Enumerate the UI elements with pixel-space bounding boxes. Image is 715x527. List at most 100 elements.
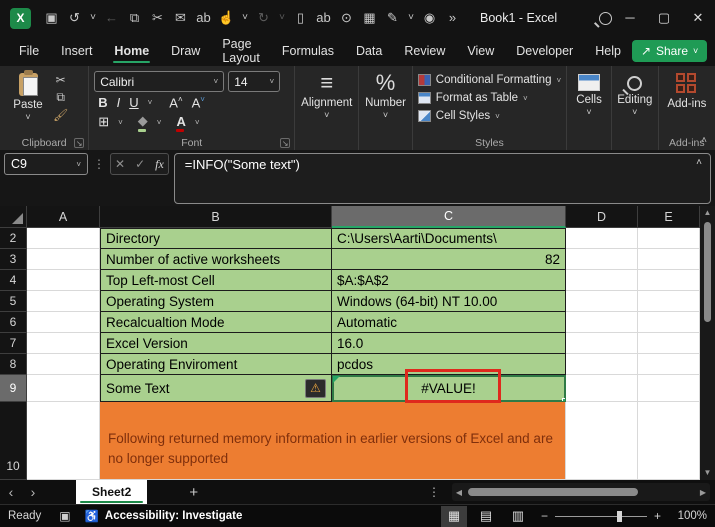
cell-a4[interactable] [27,270,100,291]
paste-button[interactable]: Paste ˅ [5,71,51,134]
cells-group[interactable]: Cells ˅ [567,66,612,150]
cell-d2[interactable] [566,228,638,249]
permissions-icon[interactable]: ◉ [418,0,441,36]
camera-icon[interactable]: ⊙ [335,0,358,36]
grow-font-button[interactable]: A˄ [169,95,182,110]
row-header-4[interactable]: 4 [0,270,27,291]
cell-styles-button[interactable]: Cell Styles ˅ [418,110,561,122]
column-header-e[interactable]: E [638,206,700,228]
cell-a5[interactable] [27,291,100,312]
sheet-tab-sheet2[interactable]: Sheet2 [76,480,147,504]
cell-c3[interactable]: 82 [332,249,566,270]
fill-handle[interactable] [562,398,566,402]
collapse-ribbon-icon[interactable]: ˄ [701,135,707,146]
cell-b3[interactable]: Number of active worksheets [100,249,332,270]
undo-chevron-icon[interactable]: ˅ [86,0,100,36]
tab-formulas[interactable]: Formulas [271,36,345,66]
tab-draw[interactable]: Draw [160,36,211,66]
cell-a9[interactable] [27,375,100,402]
mail-icon[interactable]: ✉ [169,0,192,36]
cut-button[interactable]: ✂ [53,73,68,87]
qat-overflow-icon[interactable]: » [441,0,464,36]
font-dialog-launcher[interactable]: ↘ [280,138,290,148]
tab-help[interactable]: Help [584,36,632,66]
cell-c7[interactable]: 16.0 [332,333,566,354]
cell-d5[interactable] [566,291,638,312]
zoom-slider-thumb[interactable] [617,511,622,522]
cell-b6[interactable]: Recalcualtion Mode [100,312,332,333]
maximize-button[interactable]: ▢ [647,0,681,36]
format-as-table-button[interactable]: Format as Table ˅ [418,92,561,104]
scroll-up-icon[interactable]: ▲ [704,206,712,220]
cell-d10[interactable] [566,402,638,480]
add-sheet-button[interactable]: + [189,484,198,501]
collapse-formula-bar-icon[interactable]: ˄ [696,157,702,168]
borders-chevron-icon[interactable]: ˅ [118,118,123,127]
note-cell-b10[interactable]: Following returned memory information in… [100,402,566,480]
tab-data[interactable]: Data [345,36,393,66]
cell-e6[interactable] [638,312,700,333]
number-group[interactable]: % Number ˅ [359,66,412,150]
cell-d6[interactable] [566,312,638,333]
row-header-6[interactable]: 6 [0,312,27,333]
cell-e2[interactable] [638,228,700,249]
scroll-down-icon[interactable]: ▼ [704,466,712,480]
horizontal-scrollbar[interactable]: ◀ ▶ [452,483,710,501]
fill-color-button[interactable]: ◆ [138,113,148,131]
copy-button[interactable]: ⧉ [53,90,68,105]
translate-icon[interactable]: ab [192,0,215,36]
alignment-group[interactable]: ≡ Alignment ˅ [295,66,359,150]
cell-e9[interactable] [638,375,700,402]
vertical-scrollbar-thumb[interactable] [704,222,711,322]
horizontal-scrollbar-thumb[interactable] [468,488,638,496]
zoom-slider[interactable]: − + [541,509,661,523]
cell-d7[interactable] [566,333,638,354]
zoom-level[interactable]: 100% [671,510,707,522]
formula-bar-drag-handle[interactable]: ⋮ [93,153,105,175]
cell-e7[interactable] [638,333,700,354]
error-checking-warning-icon[interactable]: ⚠ [305,379,326,398]
excel-logo-icon[interactable]: X [10,8,31,29]
next-sheet-icon[interactable]: › [22,484,44,500]
cell-e5[interactable] [638,291,700,312]
normal-view-button[interactable]: ▦ [441,506,467,527]
new-file-icon[interactable]: ▯ [289,0,312,36]
select-all-corner[interactable] [0,206,27,228]
underline-chevron-icon[interactable]: ˅ [148,98,153,107]
font-color-chevron-icon[interactable]: ˅ [195,118,200,127]
cell-b5[interactable]: Operating System [100,291,332,312]
minimize-button[interactable]: ─ [613,0,647,36]
cell-b4[interactable]: Top Left-most Cell [100,270,332,291]
cell-c8[interactable]: pcdos [332,354,566,375]
font-name-combo[interactable]: Calibri ˅ [94,71,224,92]
row-header-7[interactable]: 7 [0,333,27,354]
cell-d8[interactable] [566,354,638,375]
shrink-font-button[interactable]: A˅ [192,95,205,110]
share-button[interactable]: ↗ Share ˅ [632,40,707,62]
row-header-10[interactable]: 10 [0,402,27,480]
editing-group[interactable]: Editing ˅ [612,66,659,150]
tab-view[interactable]: View [456,36,505,66]
tab-developer[interactable]: Developer [505,36,584,66]
save-icon[interactable]: ▣ [40,0,63,36]
macro-record-icon[interactable]: ▣ [59,509,70,523]
tab-file[interactable]: File [8,36,50,66]
cut-icon[interactable]: ✂ [146,0,169,36]
page-layout-view-button[interactable]: ▤ [473,506,499,527]
borders-button[interactable]: ⊞ [98,114,109,130]
tab-insert[interactable]: Insert [50,36,103,66]
cell-c9-selected[interactable]: #VALUE! [332,375,566,402]
row-header-8[interactable]: 8 [0,354,27,375]
insert-function-button[interactable]: fx [155,157,164,172]
font-size-combo[interactable]: 14 ˅ [228,71,280,92]
bold-button[interactable]: B [98,95,107,110]
cell-a6[interactable] [27,312,100,333]
accessibility-status[interactable]: ♿ Accessibility: Investigate [85,509,243,523]
format-painter-button[interactable]: 🖌 [53,108,68,122]
touch-mode-chevron-icon[interactable]: ˅ [238,0,252,36]
cell-a2[interactable] [27,228,100,249]
cell-b8[interactable]: Operating Enviroment [100,354,332,375]
column-header-a[interactable]: A [27,206,100,228]
font-color-button[interactable]: A [176,114,185,131]
tab-page-layout[interactable]: Page Layout [211,36,271,66]
